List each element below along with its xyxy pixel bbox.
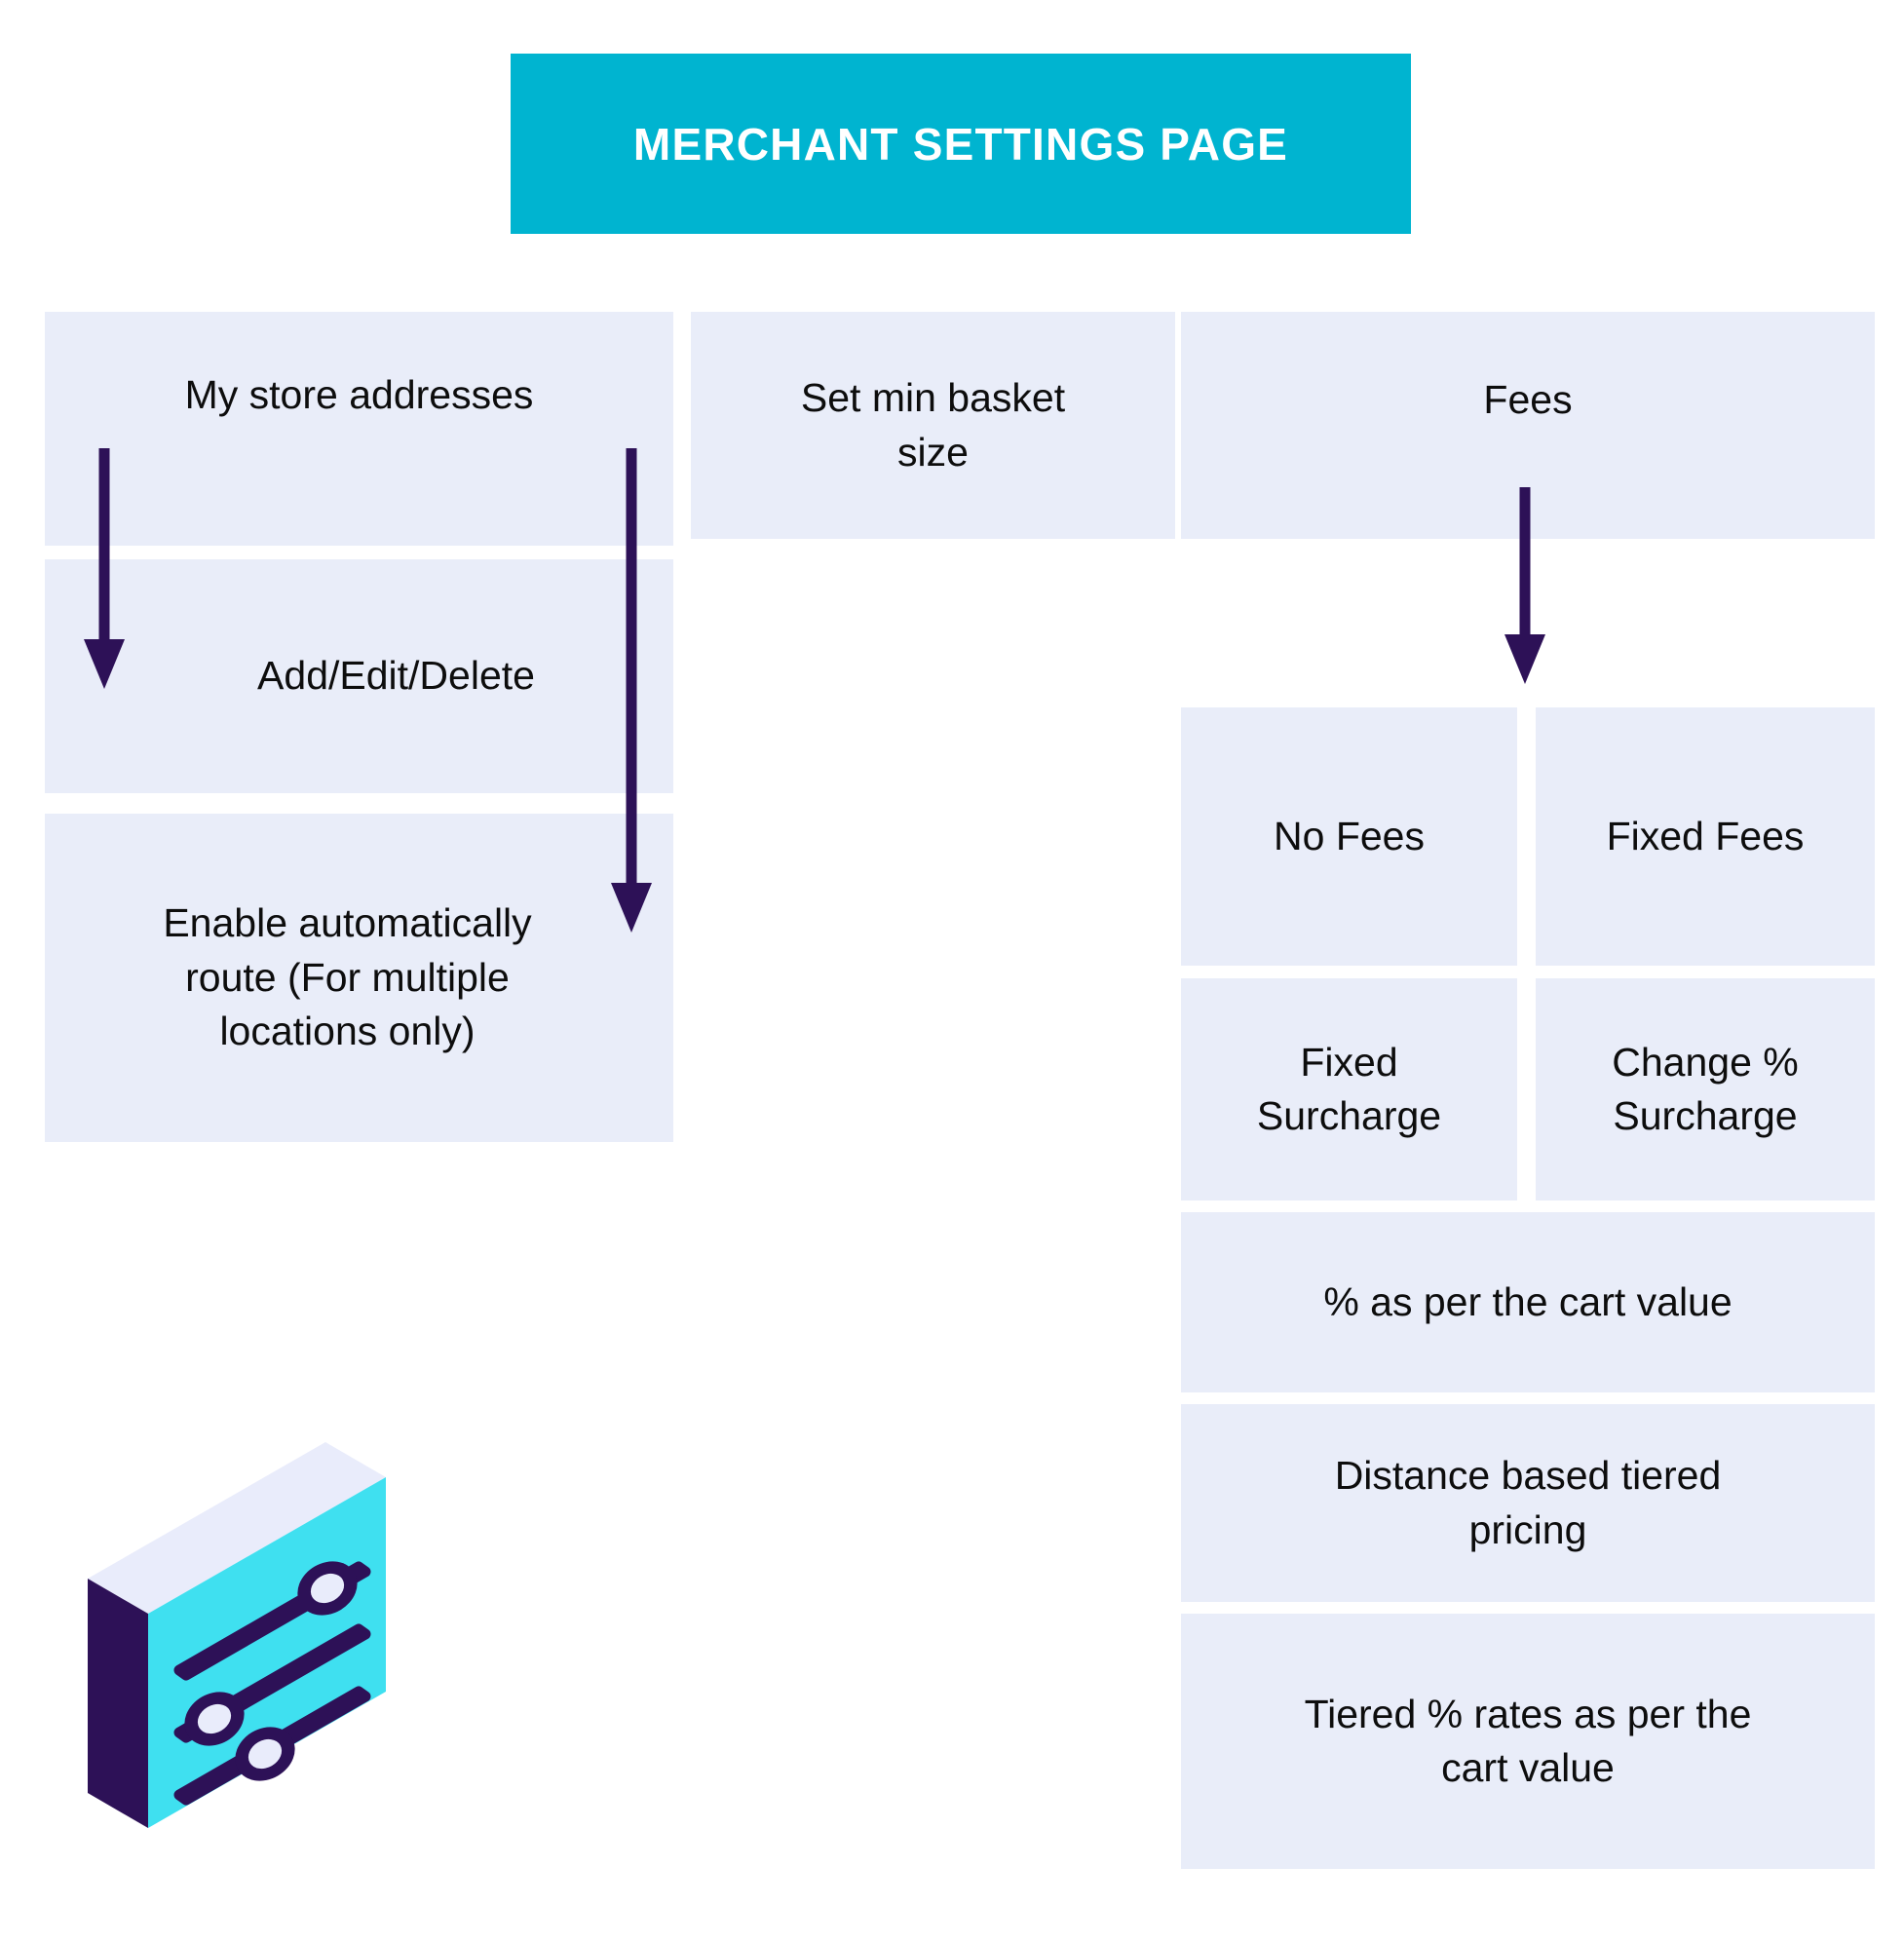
node-enable-automatic-route[interactable]: Enable automatically route (For multiple… bbox=[45, 814, 673, 1142]
node-label: Distance based tiered pricing bbox=[1334, 1453, 1722, 1552]
node-set-min-basket-size[interactable]: Set min basket size bbox=[691, 312, 1175, 539]
node-label: Fixed Surcharge bbox=[1256, 1039, 1442, 1138]
node-label: Fixed Fees bbox=[1606, 813, 1805, 858]
arrow-down-icon-fees-to-options bbox=[1503, 487, 1547, 687]
node-label: Enable automatically route (For multiple… bbox=[163, 900, 532, 1054]
node-label: Set min basket size bbox=[800, 375, 1066, 475]
node-distance-based-tiered-pricing[interactable]: Distance based tiered pricing bbox=[1181, 1404, 1875, 1602]
node-label: Change % Surcharge bbox=[1612, 1039, 1799, 1138]
node-fixed-surcharge[interactable]: Fixed Surcharge bbox=[1181, 978, 1517, 1200]
settings-sliders-icon bbox=[86, 1401, 388, 1849]
node-percent-as-per-cart-value[interactable]: % as per the cart value bbox=[1181, 1212, 1875, 1392]
arrow-down-icon-store-to-add-edit bbox=[82, 448, 127, 692]
page-title: MERCHANT SETTINGS PAGE bbox=[632, 118, 1289, 170]
node-fixed-fees[interactable]: Fixed Fees bbox=[1536, 707, 1875, 966]
node-change-percent-surcharge[interactable]: Change % Surcharge bbox=[1536, 978, 1875, 1200]
node-label: Fees bbox=[1483, 376, 1573, 422]
node-no-fees[interactable]: No Fees bbox=[1181, 707, 1517, 966]
page-header-banner: MERCHANT SETTINGS PAGE bbox=[511, 54, 1411, 234]
node-label: % as per the cart value bbox=[1323, 1278, 1733, 1324]
node-tiered-percent-rates-as-per-cart-value[interactable]: Tiered % rates as per the cart value bbox=[1181, 1614, 1875, 1869]
node-label: My store addresses bbox=[184, 372, 534, 418]
node-label: No Fees bbox=[1274, 813, 1425, 858]
node-my-store-addresses[interactable]: My store addresses bbox=[45, 312, 673, 546]
arrow-down-icon-store-to-auto-route bbox=[609, 448, 654, 935]
node-add-edit-delete[interactable]: Add/Edit/Delete bbox=[45, 559, 673, 793]
diagram-canvas: MERCHANT SETTINGS PAGE My store addresse… bbox=[0, 0, 1904, 1943]
node-label: Tiered % rates as per the cart value bbox=[1304, 1691, 1752, 1790]
node-label: Add/Edit/Delete bbox=[257, 653, 535, 699]
